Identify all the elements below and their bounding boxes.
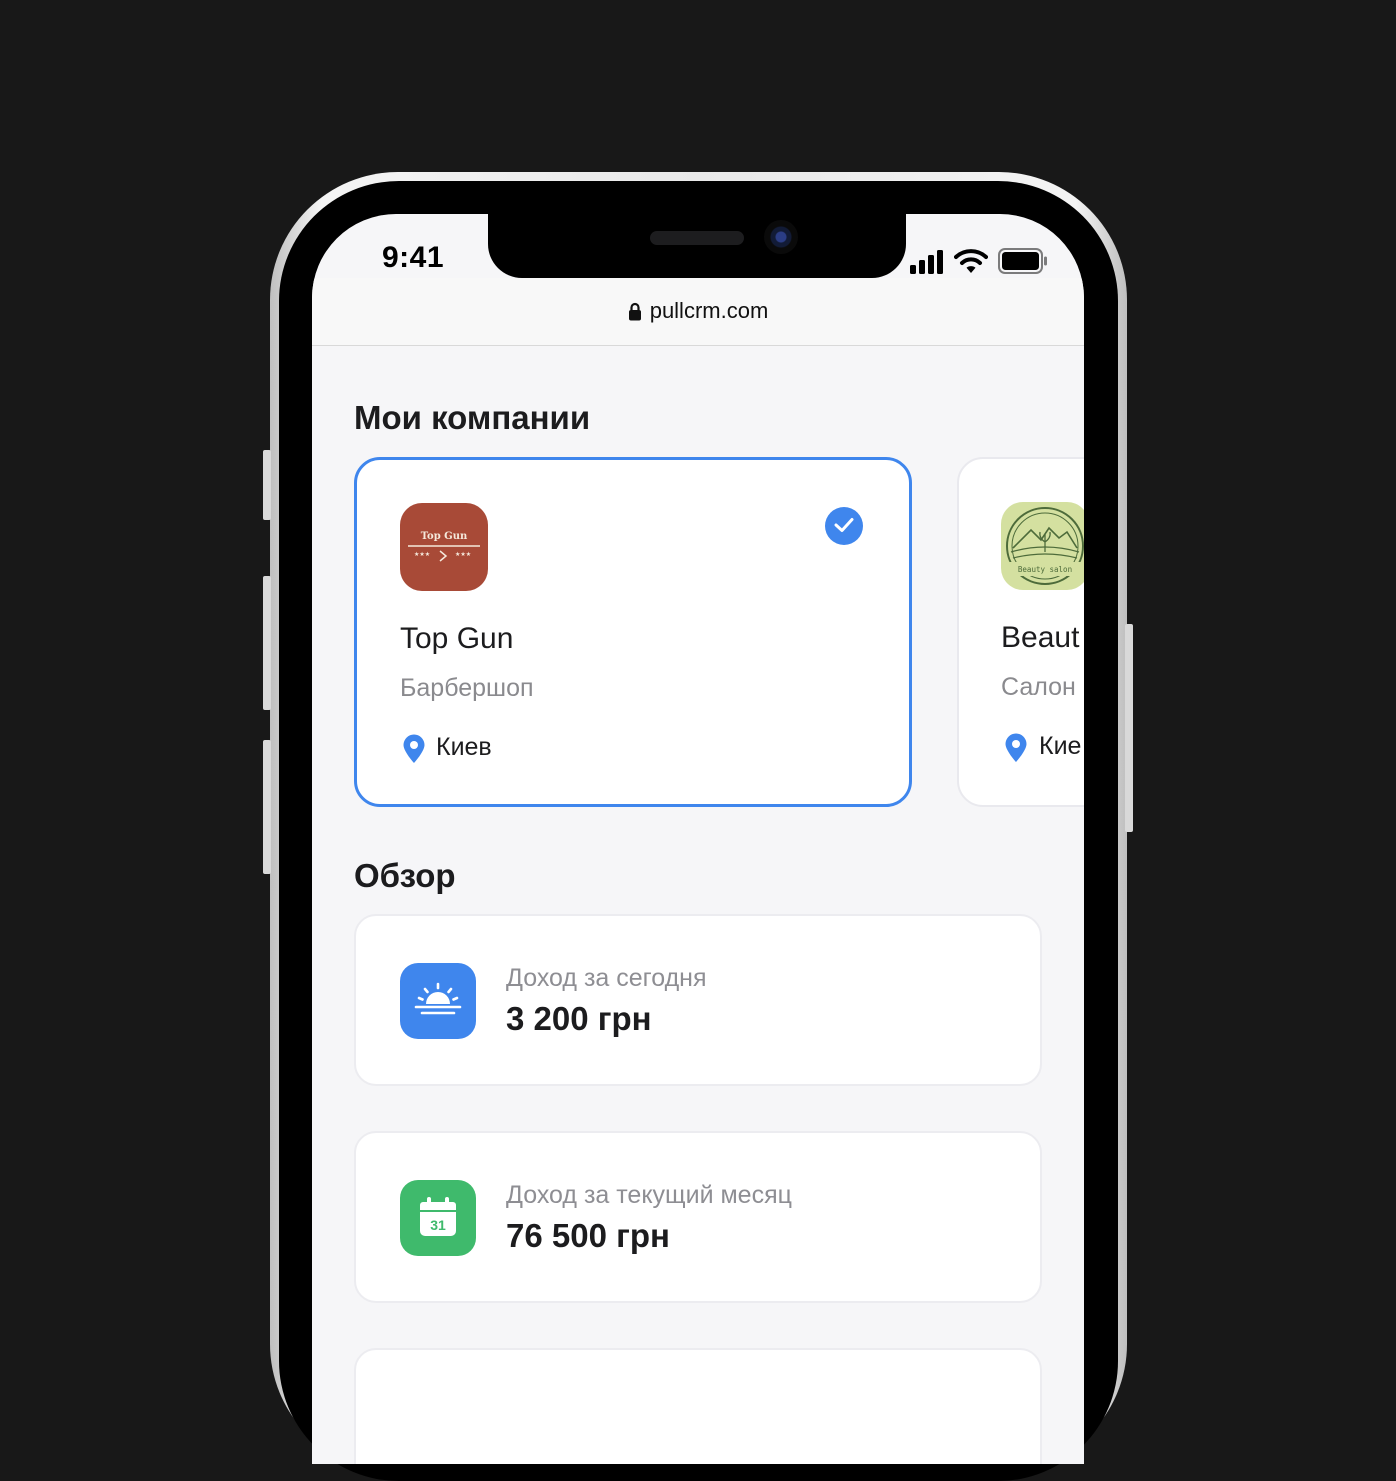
top-gun-logo: Top Gun ★★★ ★★★: [400, 503, 488, 591]
stat-value: 76 500 грн: [506, 1217, 670, 1254]
battery-icon: [998, 248, 1047, 274]
speaker: [650, 231, 744, 245]
stat-card-next[interactable]: [354, 1348, 1042, 1464]
url-text: pullcrm.com: [649, 298, 769, 323]
location-pin-icon: [1005, 733, 1027, 762]
location-pin-icon: [403, 734, 425, 763]
selected-check-icon: [825, 507, 863, 545]
company-logo: Beauty salon: [1001, 502, 1084, 590]
calendar-day: 31: [430, 1217, 446, 1233]
company-type: Барбершоп: [400, 674, 534, 702]
svg-text:★★★: ★★★: [414, 551, 430, 558]
svg-text:★★★: ★★★: [455, 551, 471, 558]
sunrise-icon: [400, 963, 476, 1039]
company-name: Beaut: [1001, 621, 1080, 654]
stat-label: Доход за сегодня: [506, 964, 707, 992]
stat-label: Доход за текущий месяц: [506, 1181, 792, 1209]
phone-screen: 9:41 pullcrm.com Мои компании Top Gun ★★…: [312, 214, 1084, 1464]
company-type: Салон: [1001, 673, 1076, 701]
stat-card-today-income[interactable]: Доход за сегодня 3 200 грн: [354, 914, 1042, 1086]
beauty-salon-logo: Beauty salon: [1001, 502, 1084, 590]
front-camera: [764, 220, 798, 254]
overview-section-title: Обзор: [354, 857, 456, 894]
status-time: 9:41: [381, 241, 445, 274]
stat-value: 3 200 грн: [506, 1000, 652, 1037]
company-name: Top Gun: [400, 622, 514, 655]
svg-text:Top Gun: Top Gun: [421, 531, 468, 542]
company-logo: Top Gun ★★★ ★★★: [400, 503, 488, 591]
side-button-power: [1125, 624, 1133, 832]
side-button-volume-down: [263, 740, 271, 874]
side-button-mute: [263, 450, 271, 520]
side-button-volume-up: [263, 576, 271, 710]
company-city: Киев: [436, 733, 492, 761]
company-card-beauty-salon[interactable]: Beauty salon Beaut Салон Кие: [957, 457, 1084, 807]
calendar-icon: 31: [400, 1180, 476, 1256]
companies-section-title: Мои компании: [354, 399, 591, 436]
logo-text: Beauty salon: [1018, 565, 1072, 574]
wifi-icon: [954, 249, 988, 273]
browser-address-bar[interactable]: pullcrm.com: [312, 278, 1084, 346]
stat-card-month-income[interactable]: 31 Доход за текущий месяц 76 500 грн: [354, 1131, 1042, 1303]
company-city: Кие: [1039, 732, 1082, 760]
lock-icon: [628, 302, 641, 321]
notch: [488, 214, 906, 278]
signal-icon: [910, 250, 943, 274]
company-card-top-gun[interactable]: Top Gun ★★★ ★★★ Top Gun Барбершоп Киев: [354, 457, 912, 807]
